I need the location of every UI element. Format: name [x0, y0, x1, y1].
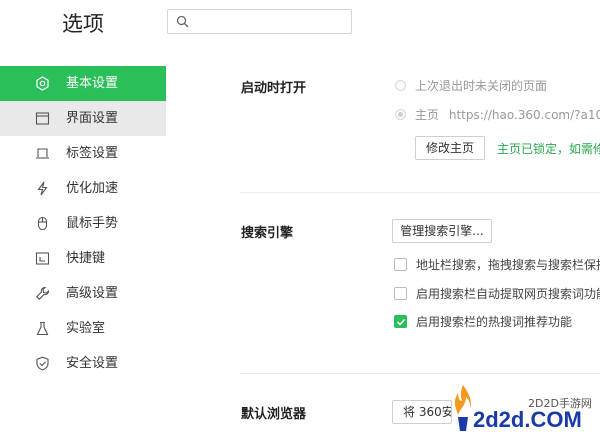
manage-search-engines-button[interactable]: 管理搜索引擎... — [392, 219, 492, 243]
watermark-big-text: 2d2d.COM — [473, 407, 582, 432]
flask-icon — [36, 321, 49, 336]
sidebar-item-label: 安全设置 — [66, 356, 119, 371]
mouse-icon — [37, 216, 48, 231]
homepage-prefix: 主页 — [415, 108, 440, 122]
sidebar-item-basic[interactable]: 基本设置 — [0, 66, 166, 101]
sidebar-item-label: 界面设置 — [66, 111, 119, 126]
sidebar-item-label: 实验室 — [66, 321, 106, 336]
radio-button[interactable] — [395, 80, 406, 91]
sidebar-item-tabs[interactable]: 标签设置 — [0, 136, 166, 171]
search-engine-section-label: 搜索引擎 — [241, 226, 294, 241]
startup-option-homepage[interactable]: 主页 https://hao.360.com/?a100 — [395, 106, 600, 124]
shield-icon — [36, 356, 49, 371]
tab-icon — [36, 148, 49, 159]
checkbox-label: 地址栏搜索，拖拽搜索与搜索栏保持 — [416, 258, 600, 272]
window-icon — [35, 112, 50, 125]
checkbox-label: 启用搜索栏自动提取网页搜索词功能 — [416, 287, 600, 301]
checkbox-checked[interactable] — [394, 315, 407, 328]
set-default-browser-button[interactable]: 将 360安 — [392, 400, 452, 424]
keyboard-icon — [35, 252, 50, 265]
sidebar-item-shortcuts[interactable]: 快捷键 — [0, 241, 166, 276]
sidebar-item-speed[interactable]: 优化加速 — [0, 171, 166, 206]
modify-homepage-button[interactable]: 修改主页 — [415, 136, 485, 160]
sidebar-item-label: 基本设置 — [66, 76, 119, 91]
divider — [240, 192, 600, 193]
header: 选项 — [0, 0, 600, 47]
checkbox[interactable] — [394, 258, 407, 271]
homepage-locked-text: 主页已锁定，如需修 — [497, 142, 600, 156]
sidebar-item-mouse-gesture[interactable]: 鼠标手势 — [0, 206, 166, 241]
sidebar-item-label: 标签设置 — [66, 146, 119, 161]
checkbox-address-bar-search[interactable]: 地址栏搜索，拖拽搜索与搜索栏保持 — [394, 256, 600, 274]
startup-option-last-session[interactable]: 上次退出时未关闭的页面 — [395, 77, 600, 95]
page-title: 选项 — [62, 12, 104, 36]
sidebar-item-label: 高级设置 — [66, 286, 119, 301]
divider — [240, 373, 600, 374]
checkbox-label: 启用搜索栏的热搜词推荐功能 — [416, 315, 573, 329]
checkbox[interactable] — [394, 287, 407, 300]
search-icon — [176, 15, 189, 28]
hexagon-settings-icon — [36, 76, 49, 91]
homepage-label: 主页 https://hao.360.com/?a100 — [415, 106, 600, 124]
startup-section-label: 启动时打开 — [241, 81, 307, 96]
wrench-icon — [36, 286, 50, 300]
sidebar-item-interface[interactable]: 界面设置 — [0, 101, 166, 136]
checkbox-hot-search-recommend[interactable]: 启用搜索栏的热搜词推荐功能 — [394, 313, 600, 331]
sidebar-item-label: 优化加速 — [66, 181, 119, 196]
sidebar-item-label: 快捷键 — [66, 251, 106, 266]
radio-button[interactable] — [395, 109, 406, 120]
default-browser-section-label: 默认浏览器 — [241, 407, 307, 422]
sidebar-item-security[interactable]: 安全设置 — [0, 346, 166, 381]
sidebar-item-lab[interactable]: 实验室 — [0, 311, 166, 346]
checkmark-icon — [396, 318, 406, 326]
watermark: 2D2D手游网 2d2d.COM — [448, 383, 600, 439]
checkbox-auto-extract-search-terms[interactable]: 启用搜索栏自动提取网页搜索词功能 — [394, 285, 600, 303]
homepage-url: https://hao.360.com/?a100 — [448, 108, 600, 122]
sidebar-item-label: 鼠标手势 — [66, 216, 119, 231]
search-box[interactable] — [167, 9, 352, 34]
search-input[interactable] — [194, 12, 348, 33]
sidebar-item-advanced[interactable]: 高级设置 — [0, 276, 166, 311]
sidebar: 基本设置 界面设置 标签设置 优化加速 鼠标手势 快捷键 高级设置 实验室 安全… — [0, 66, 166, 439]
lightning-icon — [37, 181, 48, 196]
radio-label: 上次退出时未关闭的页面 — [415, 79, 548, 93]
